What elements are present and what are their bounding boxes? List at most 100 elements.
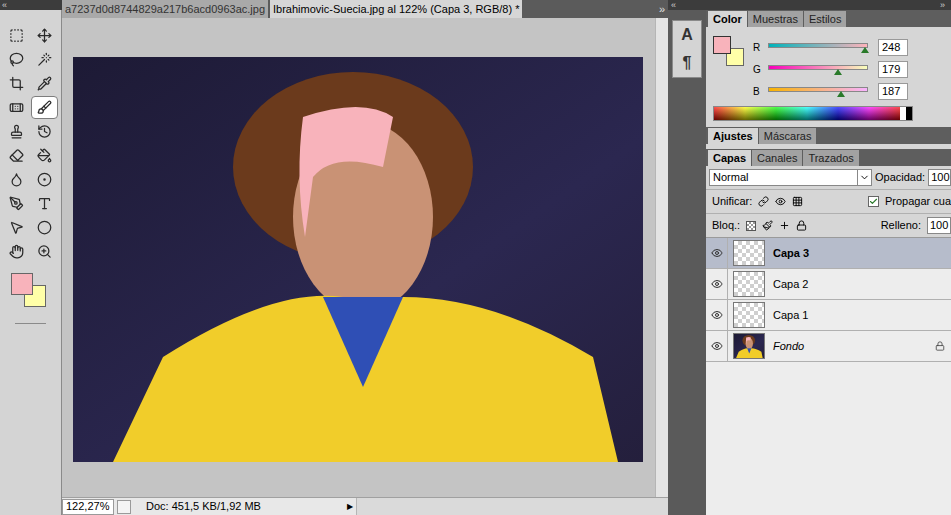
layer-row[interactable]: Capa 3 xyxy=(706,238,951,269)
tool-marquee[interactable] xyxy=(3,24,31,47)
layer-name[interactable]: Capa 1 xyxy=(773,307,951,324)
toolbar: « xyxy=(0,0,62,515)
tool-type[interactable] xyxy=(31,192,59,215)
tool-magic-wand[interactable] xyxy=(31,48,59,71)
magic-wand-icon xyxy=(37,52,52,67)
visibility-toggle[interactable] xyxy=(706,331,728,361)
unify-visibility-icon[interactable] xyxy=(775,196,786,207)
tool-healing[interactable] xyxy=(3,96,31,119)
panel-tab[interactable]: Máscaras xyxy=(759,128,817,144)
channel-slider[interactable] xyxy=(768,41,868,53)
status-menu-arrow[interactable]: ▶ xyxy=(344,501,356,513)
tool-blur[interactable] xyxy=(3,168,31,191)
layers-list: Capa 3 Capa 2 Capa 1 Fondo xyxy=(706,237,951,515)
tool-zoom[interactable] xyxy=(31,240,59,263)
visibility-toggle[interactable] xyxy=(706,300,728,330)
status-icon[interactable] xyxy=(117,500,131,514)
visibility-toggle[interactable] xyxy=(706,269,728,299)
foreground-color-swatch[interactable] xyxy=(11,273,33,295)
channel-slider[interactable] xyxy=(768,63,868,75)
document-tab[interactable]: a7237d0d8744829a217b6acd0963ac.jpg xyxy=(62,0,268,18)
dock-item[interactable]: ¶ xyxy=(673,49,701,77)
crop-icon xyxy=(9,76,24,91)
tool-move[interactable] xyxy=(31,24,59,47)
layer-thumbnail xyxy=(733,302,765,328)
panel-tab[interactable]: Muestras xyxy=(748,11,803,27)
zoom-icon xyxy=(37,244,52,259)
toolbar-header[interactable]: « xyxy=(0,0,62,10)
history-brush-icon xyxy=(37,124,52,139)
check-icon xyxy=(869,197,878,206)
panel-tab[interactable]: Ajustes xyxy=(708,128,758,144)
layer-row[interactable]: Fondo xyxy=(706,331,951,362)
tool-eraser[interactable] xyxy=(3,144,31,167)
photo-thumbnail xyxy=(734,334,764,358)
unify-style-icon[interactable] xyxy=(792,196,803,207)
eyedropper-icon xyxy=(37,76,52,91)
tool-ellipse[interactable] xyxy=(31,216,59,239)
channel-slider[interactable] xyxy=(768,85,868,97)
unify-position-icon[interactable] xyxy=(758,196,769,207)
channel-value[interactable]: 179 xyxy=(878,61,908,78)
dock-header[interactable]: « xyxy=(668,0,706,10)
channel-value[interactable]: 187 xyxy=(878,83,908,100)
adjust-tabs: AjustesMáscaras xyxy=(706,127,951,144)
lasso-icon xyxy=(9,52,24,67)
layers-options: NormalOpacidad:100 xyxy=(706,166,951,189)
layer-thumbnail xyxy=(733,271,765,297)
tool-dodge[interactable] xyxy=(31,168,59,191)
horizontal-scrollbar[interactable] xyxy=(356,498,668,515)
tool-pen[interactable] xyxy=(3,192,31,215)
fill-field[interactable]: 100 xyxy=(927,217,951,234)
vertical-scrollbar[interactable] xyxy=(655,18,668,497)
propagate-checkbox[interactable] xyxy=(868,196,879,207)
panels-header[interactable]: » xyxy=(706,0,951,10)
panels: »ColorMuestrasEstilosR248G179B187Ajustes… xyxy=(706,0,951,515)
layer-name[interactable]: Fondo xyxy=(773,338,935,355)
panel-tab[interactable]: Color xyxy=(708,11,747,27)
zoom-field[interactable]: 122,27% xyxy=(62,499,114,515)
opacity-field[interactable]: 100 xyxy=(928,169,951,186)
color-foreground-swatch[interactable] xyxy=(713,36,731,54)
lock-position-icon[interactable] xyxy=(779,220,790,231)
unify-row: Unificar:Propagar cua xyxy=(706,189,951,213)
panel-tab[interactable]: Capas xyxy=(708,150,751,166)
photoshop-window: «a7237d0d8744829a217b6acd0963ac.jpgIbrah… xyxy=(0,0,951,515)
tool-lasso[interactable] xyxy=(3,48,31,71)
eye-icon xyxy=(711,278,723,290)
tool-eyedropper[interactable] xyxy=(31,72,59,95)
tool-bucket[interactable] xyxy=(31,144,59,167)
blend-mode-select[interactable]: Normal xyxy=(709,169,872,186)
panel-tab[interactable]: Trazados xyxy=(803,150,858,166)
lock-pixels-icon[interactable] xyxy=(762,220,773,231)
lock-transparency-icon[interactable] xyxy=(746,221,756,231)
color-spectrum[interactable] xyxy=(714,107,900,120)
tool-brush[interactable] xyxy=(31,96,59,119)
visibility-toggle[interactable] xyxy=(706,238,728,268)
layer-thumbnail xyxy=(733,333,765,359)
channel-value[interactable]: 248 xyxy=(878,39,908,56)
eraser-icon xyxy=(9,148,24,163)
tool-stamp[interactable] xyxy=(3,120,31,143)
brush-icon xyxy=(37,100,52,115)
eye-icon xyxy=(711,340,723,352)
type-icon xyxy=(37,196,52,211)
panel-tab[interactable]: Estilos xyxy=(804,11,846,27)
lock-icon xyxy=(935,341,945,351)
tabs-overflow[interactable]: » xyxy=(656,0,668,18)
layer-name[interactable]: Capa 2 xyxy=(773,276,951,293)
lock-row: Bloq.:Relleno:100 xyxy=(706,213,951,237)
layer-row[interactable]: Capa 1 xyxy=(706,300,951,331)
layer-row[interactable]: Capa 2 xyxy=(706,269,951,300)
panel-tab[interactable]: Canales xyxy=(752,150,802,166)
eye-icon xyxy=(711,247,723,259)
dock-item[interactable]: A xyxy=(673,21,701,49)
tool-history-brush[interactable] xyxy=(31,120,59,143)
layer-name[interactable]: Capa 3 xyxy=(773,245,951,262)
lock-all-icon[interactable] xyxy=(796,220,807,231)
tool-crop[interactable] xyxy=(3,72,31,95)
tool-hand[interactable] xyxy=(3,240,31,263)
document-tab[interactable]: Ibrahimovic-Suecia.jpg al 122% (Capa 3, … xyxy=(270,0,522,18)
color-panel-tabs: ColorMuestrasEstilos xyxy=(706,10,951,27)
tool-path-select[interactable] xyxy=(3,216,31,239)
